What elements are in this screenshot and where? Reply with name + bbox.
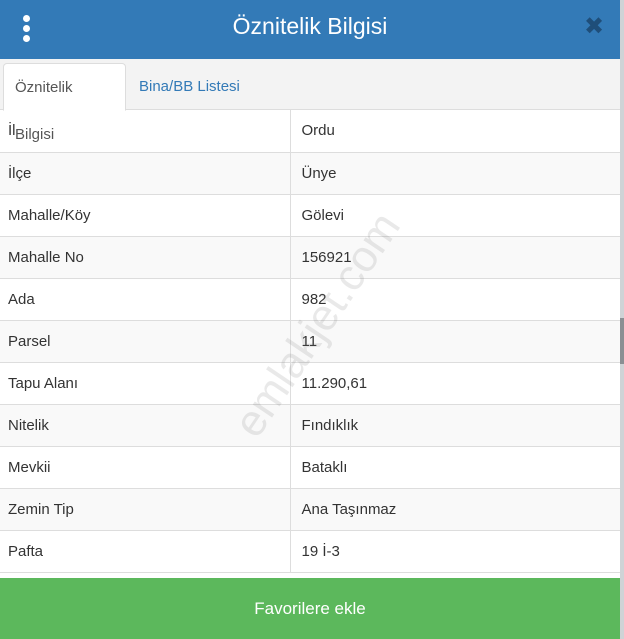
modal-title: Öznitelik Bilgisi [232, 13, 388, 39]
attribute-key: İlçe [0, 152, 291, 195]
add-to-favorites-button[interactable]: Favorilere ekle [0, 578, 620, 639]
table-row: Mahalle No 156921 [0, 236, 620, 279]
attribute-key: Parsel [0, 320, 291, 363]
attribute-value: Ünye [290, 152, 620, 195]
table-row: Ada 982 [0, 278, 620, 321]
attribute-value: 982 [290, 278, 620, 321]
attribute-key: Nitelik [0, 404, 291, 447]
table-row: Mevkii Bataklı [0, 446, 620, 489]
tab-bar: Öznitelik Bilgisi Bina/BB Listesi [0, 59, 620, 143]
attribute-value: 11 [290, 320, 620, 363]
attribute-value: 156921 [290, 236, 620, 279]
attribute-key: Zemin Tip [0, 488, 291, 531]
attribute-info-modal: Öznitelik Bilgisi ✖ Öznitelik Bilgisi Bi… [0, 0, 624, 639]
attribute-value: 19 İ-3 [290, 530, 620, 573]
attribute-value: 11.290,61 [290, 362, 620, 405]
table-row: İlçe Ünye [0, 152, 620, 195]
table-row: Nitelik Fındıklık [0, 404, 620, 447]
table-row: İl Ordu [0, 110, 620, 153]
attribute-key: Mevkii [0, 446, 291, 489]
tab-building-list[interactable]: Bina/BB Listesi [128, 63, 251, 110]
attribute-key: Pafta [0, 530, 291, 573]
close-icon[interactable]: ✖ [582, 13, 606, 39]
attribute-key: Ada [0, 278, 291, 321]
table-row: Tapu Alanı 11.290,61 [0, 362, 620, 405]
scrollbar-thumb[interactable] [620, 318, 624, 364]
attribute-key: Mahalle/Köy [0, 194, 291, 237]
attribute-value: Ana Taşınmaz [290, 488, 620, 531]
table-row: Zemin Tip Ana Taşınmaz [0, 488, 620, 531]
attribute-key: İl [0, 110, 291, 153]
attribute-value: Ordu [290, 110, 620, 153]
tab-attribute-info[interactable]: Öznitelik Bilgisi [3, 63, 126, 143]
attribute-value: Gölevi [290, 194, 620, 237]
attribute-value: Bataklı [290, 446, 620, 489]
table-row: Mahalle/Köy Gölevi [0, 194, 620, 237]
modal-header: Öznitelik Bilgisi ✖ [0, 0, 620, 59]
attribute-value: Fındıklık [290, 404, 620, 447]
attribute-key: Mahalle No [0, 236, 291, 279]
table-row: Pafta 19 İ-3 [0, 530, 620, 573]
attribute-table: İl Ordu İlçe Ünye Mahalle/Köy Gölevi Mah… [0, 110, 620, 573]
table-row: Parsel 11 [0, 320, 620, 363]
attribute-key: Tapu Alanı [0, 362, 291, 405]
